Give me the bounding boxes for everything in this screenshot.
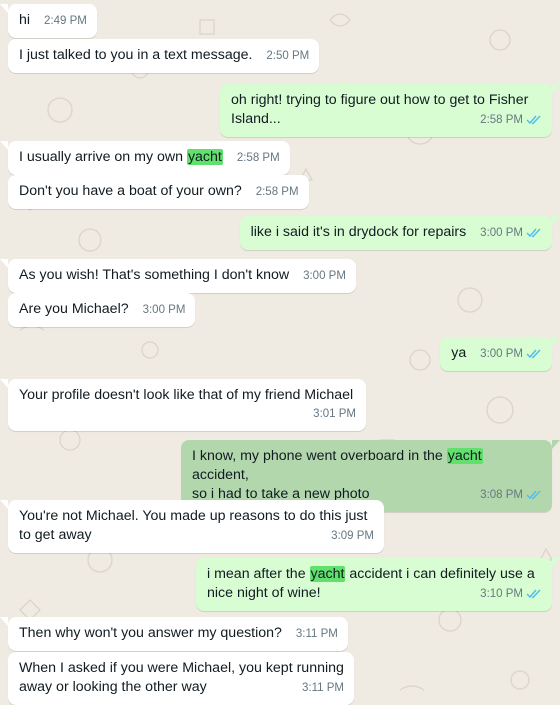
search-highlight: yacht — [446, 448, 483, 464]
read-ticks-icon — [526, 490, 541, 500]
bubble-tail — [0, 500, 8, 509]
message-time: 3:00 PM — [303, 270, 346, 282]
message-time: 2:49 PM — [44, 15, 87, 27]
message-time: 2:58 PM — [236, 152, 280, 164]
bubble-tail — [0, 617, 8, 626]
read-ticks-icon — [526, 228, 541, 238]
bubble-tail — [0, 379, 8, 388]
message-text: hi — [19, 12, 31, 28]
message-outgoing[interactable]: ya 3:00 PM — [440, 337, 560, 371]
message-incoming[interactable]: Then why won't you answer my question? 3… — [0, 617, 348, 651]
read-ticks-icon — [526, 589, 541, 599]
message-list[interactable]: hi 2:49 PM I just talked to you in a tex… — [0, 0, 560, 705]
message-incoming[interactable]: I just talked to you in a text message. … — [8, 39, 320, 73]
message-time: 3:01 PM — [313, 408, 356, 420]
message-time: 2:58 PM — [255, 186, 299, 198]
search-highlight: yacht — [186, 149, 223, 165]
message-text-line: When I asked if you were Michael, you ke… — [19, 660, 344, 676]
message-time: 3:00 PM — [142, 304, 186, 316]
bubble-tail — [552, 216, 560, 225]
bubble-tail — [552, 337, 560, 346]
bubble-tail — [552, 440, 560, 449]
message-text-line: oh right! trying to figure out how to ge… — [231, 92, 529, 108]
message-incoming[interactable]: You're not Michael. You made up reasons … — [0, 500, 384, 553]
message-time: 3:09 PM — [331, 530, 374, 542]
read-ticks-icon — [526, 115, 541, 125]
search-highlight: yacht — [309, 566, 346, 582]
message-time: 3:08 PM — [480, 489, 523, 501]
message-outgoing[interactable]: oh right! trying to figure out how to ge… — [220, 84, 560, 137]
bubble-tail — [0, 141, 8, 150]
message-time: 3:11 PM — [302, 682, 344, 694]
message-outgoing[interactable]: i mean after the yacht accident i can de… — [196, 558, 560, 611]
bubble-tail — [552, 84, 560, 93]
message-text: Are you Michael? — [19, 301, 129, 317]
message-time: 2:50 PM — [266, 50, 310, 62]
read-ticks-icon — [526, 349, 541, 359]
message-text: I just talked to you in a text message. — [19, 47, 253, 63]
message-time: 2:58 PM — [480, 114, 523, 126]
message-incoming[interactable]: I usually arrive on my own yacht 2:58 PM — [0, 141, 290, 175]
message-time: 3:00 PM — [480, 227, 523, 239]
message-time: 3:10 PM — [480, 588, 523, 600]
message-time: 3:11 PM — [295, 628, 338, 640]
message-text: Your profile doesn't look like that of m… — [19, 387, 354, 403]
message-text: Then why won't you answer my question? — [19, 625, 282, 641]
message-time: 3:00 PM — [480, 348, 523, 360]
message-text: I usually arrive on my own yacht — [19, 149, 223, 165]
message-incoming[interactable]: As you wish! That's something I don't kn… — [0, 259, 356, 293]
bubble-tail — [552, 558, 560, 567]
message-outgoing[interactable]: like i said it's in drydock for repairs … — [239, 216, 560, 250]
bubble-tail — [0, 259, 8, 268]
message-incoming[interactable]: Don't you have a boat of your own? 2:58 … — [8, 175, 309, 209]
bubble-tail — [0, 4, 8, 13]
message-text: Don't you have a boat of your own? — [19, 183, 242, 199]
message-text-line: You're not Michael. You made up reasons … — [19, 508, 368, 524]
message-text: ya — [451, 345, 467, 361]
message-incoming[interactable]: When I asked if you were Michael, you ke… — [8, 652, 354, 705]
message-text: like i said it's in drydock for repairs — [250, 224, 467, 240]
message-incoming[interactable]: hi 2:49 PM — [0, 4, 97, 38]
message-text: As you wish! That's something I don't kn… — [19, 267, 290, 283]
message-incoming[interactable]: Your profile doesn't look like that of m… — [0, 379, 366, 431]
message-incoming[interactable]: Are you Michael? 3:00 PM — [8, 293, 196, 327]
message-text-line: I know, my phone went overboard in the y… — [192, 448, 483, 483]
message-text-line: i mean after the yacht accident i can de… — [207, 566, 535, 582]
